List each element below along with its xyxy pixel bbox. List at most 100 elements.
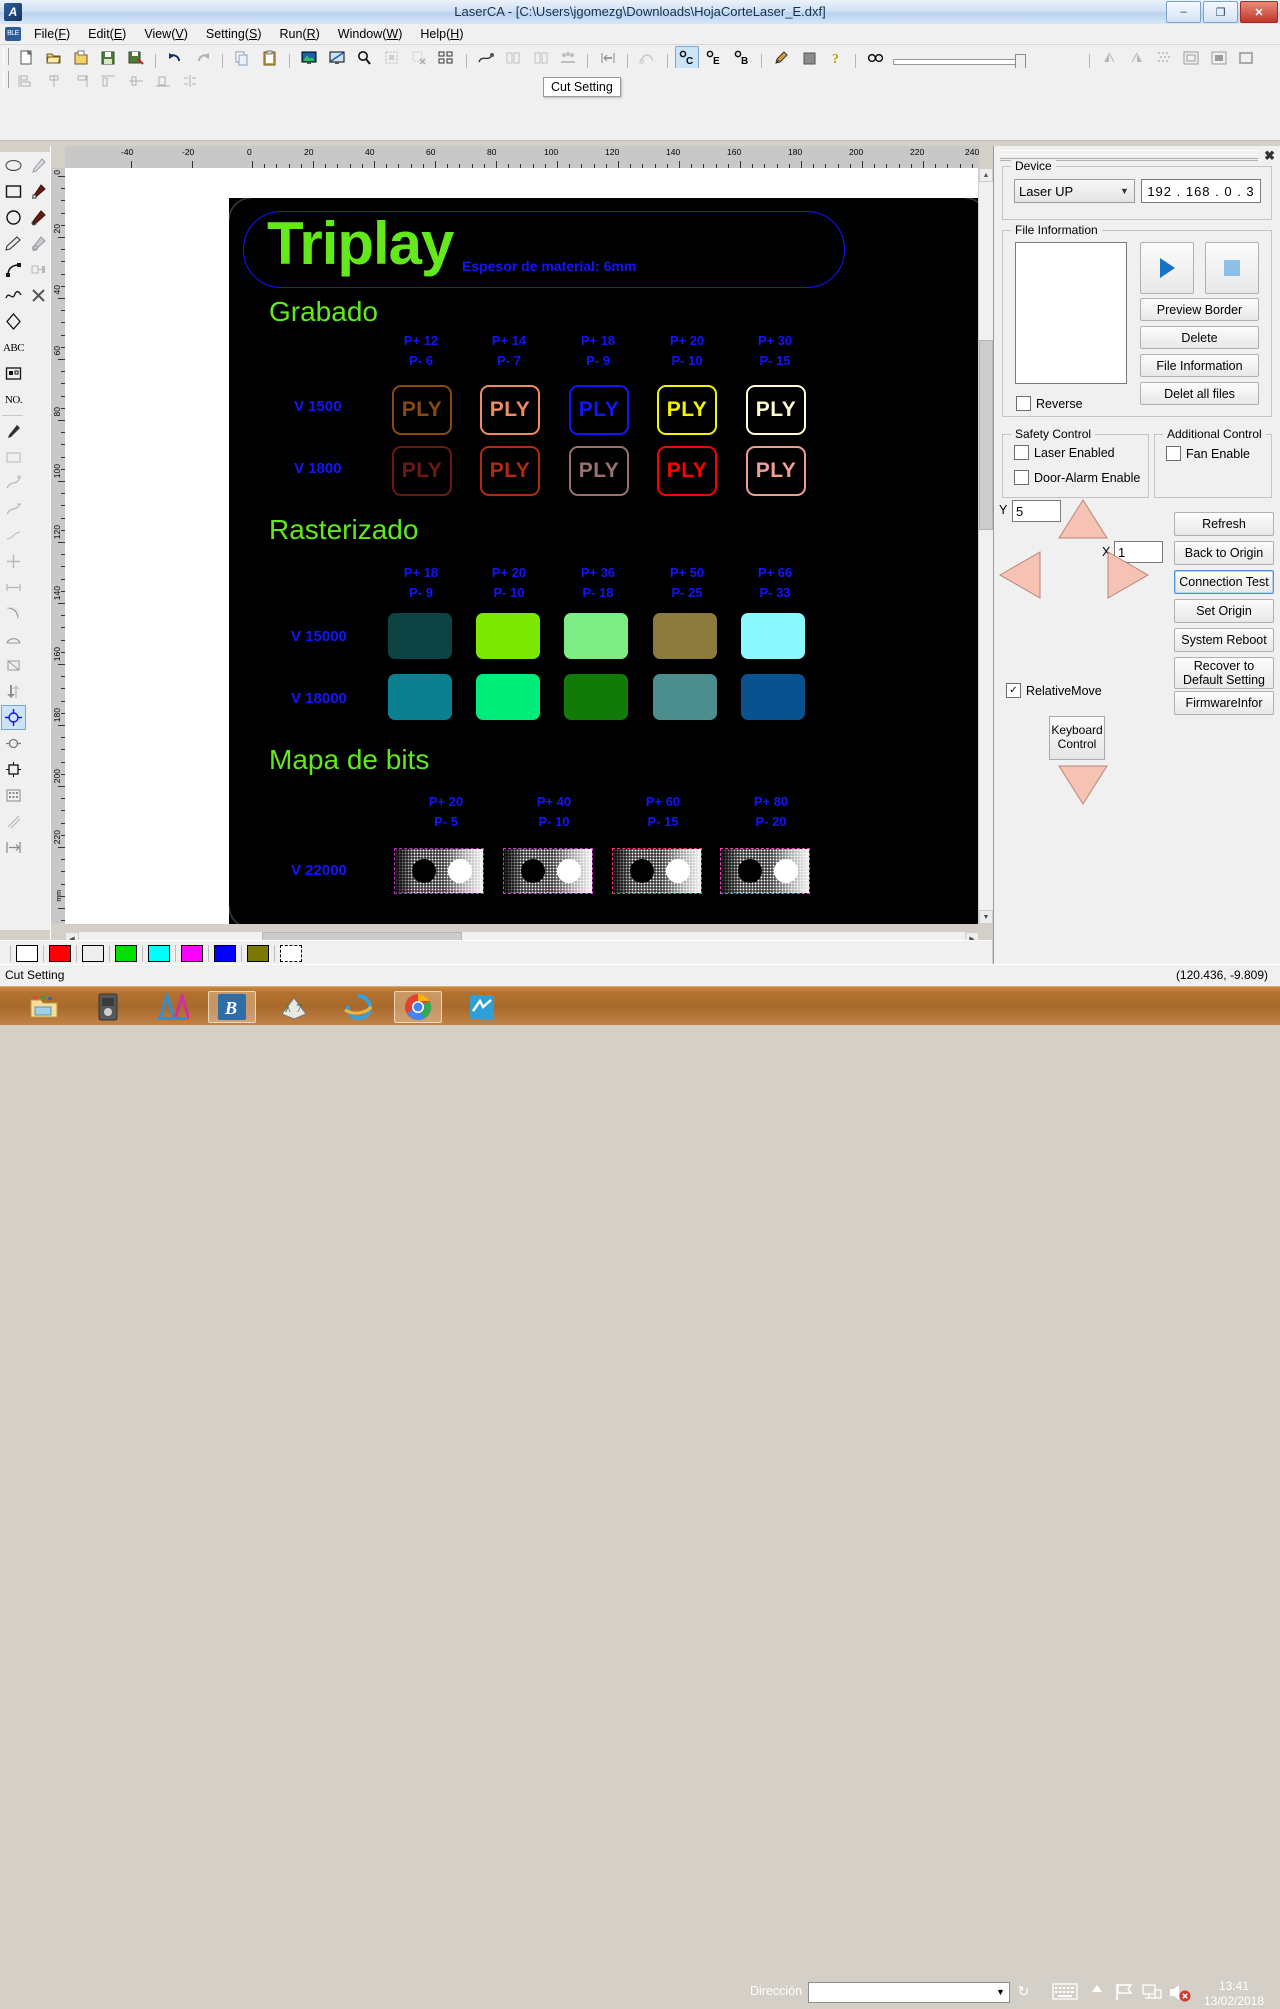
node-edit-tool[interactable] <box>1 419 26 444</box>
file-list[interactable] <box>1015 242 1127 384</box>
trim-tool[interactable] <box>1 445 26 470</box>
system-reboot-button[interactable]: System Reboot <box>1174 628 1274 652</box>
halftone-icon[interactable] <box>1152 46 1176 69</box>
zoom-icon[interactable] <box>352 46 376 69</box>
jog-up-button[interactable] <box>1057 498 1109 543</box>
pointer-tool[interactable] <box>26 153 51 178</box>
mirror-right-icon[interactable] <box>1125 46 1149 69</box>
menu-item-file[interactable]: File(F) <box>25 24 79 44</box>
new-file-icon[interactable] <box>14 46 38 69</box>
align-distribute-icon[interactable] <box>596 46 620 69</box>
zoom-slider[interactable] <box>893 54 1027 72</box>
minimize-button[interactable]: – <box>1166 1 1201 23</box>
keyboard-icon[interactable] <box>1052 1983 1078 2000</box>
redo-icon[interactable] <box>191 46 215 69</box>
vertical-ruler[interactable]: 0 20 40 60 80 100 120 140 160 180 200 22… <box>51 168 66 924</box>
circle-tool[interactable] <box>1 205 26 230</box>
jog-right-button[interactable] <box>1106 550 1150 603</box>
origin-tool[interactable] <box>1 705 26 730</box>
design-app-icon[interactable] <box>148 991 196 1023</box>
connection-test-button[interactable]: Connection Test <box>1174 570 1274 594</box>
node-add-tool[interactable] <box>1 471 26 496</box>
door-alarm-checkbox[interactable]: Door-Alarm Enable <box>1014 470 1140 485</box>
taskbar-clock[interactable]: 13:41 13/02/2018 <box>1196 1979 1272 2009</box>
cut-pen-tool[interactable] <box>26 179 51 204</box>
bezier-tool[interactable] <box>1 257 26 282</box>
align-toolbar-grip[interactable] <box>3 71 9 88</box>
maximize-window-icon[interactable] <box>1234 46 1258 69</box>
align-center-h-icon[interactable] <box>42 69 66 92</box>
fillet-tool[interactable] <box>1 601 26 626</box>
chevron-down-icon[interactable]: ▼ <box>993 1984 1008 1999</box>
engrave-setting-icon[interactable]: E <box>702 46 726 69</box>
play-icon[interactable] <box>1140 242 1194 294</box>
reverse-checkbox[interactable]: Reverse <box>1016 396 1083 411</box>
internet-explorer-icon[interactable] <box>334 991 382 1023</box>
align-middle-v-icon[interactable] <box>124 69 148 92</box>
jump-tool[interactable] <box>26 257 51 282</box>
close-button[interactable]: ✕ <box>1240 1 1278 23</box>
set-origin-button[interactable]: Set Origin <box>1174 599 1274 623</box>
deselect-icon[interactable] <box>407 46 431 69</box>
palette-swatch[interactable] <box>115 944 137 962</box>
ellipse-tool[interactable] <box>1 153 26 178</box>
network-icon[interactable] <box>1142 1983 1162 2001</box>
rectangle-tool[interactable] <box>1 179 26 204</box>
fill-color-icon[interactable] <box>797 46 821 69</box>
delete-tool[interactable] <box>26 283 51 308</box>
grid-tool[interactable] <box>1 783 26 808</box>
recover-default-button[interactable]: Recover to Default Setting <box>1174 657 1274 689</box>
palette-swatch[interactable] <box>49 944 71 962</box>
flip-tool[interactable] <box>1 679 26 704</box>
horizontal-ruler[interactable]: -40 -20 0 20 40 60 80 100 120 140 160 18… <box>65 146 979 169</box>
keyboard-control-button[interactable]: Keyboard Control <box>1049 716 1105 760</box>
save-as-icon[interactable] <box>124 46 148 69</box>
select-all-icon[interactable] <box>380 46 404 69</box>
eyedropper-icon[interactable] <box>769 46 793 69</box>
align-right-icon[interactable] <box>69 69 93 92</box>
undo-icon[interactable] <box>163 46 187 69</box>
stop-icon[interactable] <box>1205 242 1259 294</box>
align-bottom-icon[interactable] <box>151 69 175 92</box>
number-tool[interactable]: NO. <box>1 387 26 412</box>
delete-all-files-button[interactable]: Delet all files <box>1140 382 1259 405</box>
scroll-up-button[interactable]: ▲ <box>979 168 993 182</box>
path-optimize-icon[interactable] <box>474 46 498 69</box>
save-icon[interactable] <box>96 46 120 69</box>
palette-swatch[interactable] <box>214 944 236 962</box>
artboard[interactable]: Triplay Espesor de material: 6mm Grabado… <box>229 198 979 924</box>
bitmap-setting-icon[interactable]: B <box>730 46 754 69</box>
paste-icon[interactable] <box>258 46 282 69</box>
image-tool[interactable] <box>1 361 26 386</box>
drawing-canvas[interactable]: Triplay Espesor de material: 6mm Grabado… <box>65 168 979 924</box>
preview-screen2-icon[interactable] <box>325 46 349 69</box>
hatch-tool[interactable] <box>1 809 26 834</box>
toolbar-grip[interactable] <box>3 48 9 65</box>
show-hidden-icon[interactable] <box>1090 1983 1104 1995</box>
volume-muted-icon[interactable] <box>1168 1983 1192 2002</box>
copy-icon[interactable] <box>230 46 254 69</box>
curve-edit-icon[interactable] <box>635 46 659 69</box>
group-icon[interactable] <box>556 46 580 69</box>
lambda-app-icon[interactable]: λ7 <box>270 991 318 1023</box>
printer-app-icon[interactable] <box>84 991 132 1023</box>
jog-down-button[interactable] <box>1057 764 1109 809</box>
node-del-tool[interactable] <box>1 497 26 522</box>
tile-window-icon[interactable] <box>1179 46 1203 69</box>
dashed-line-swatch[interactable] <box>280 944 302 962</box>
text-tool[interactable]: ABC <box>1 335 26 360</box>
preview-border-button[interactable]: Preview Border <box>1140 298 1259 321</box>
preview-screen-icon[interactable] <box>297 46 321 69</box>
scroll-down-button[interactable]: ▼ <box>979 910 993 924</box>
laserca-icon[interactable]: B <box>208 991 256 1023</box>
palette-swatch[interactable] <box>247 944 269 962</box>
scissors-tool[interactable] <box>26 205 51 230</box>
measure-tool[interactable] <box>1 835 26 860</box>
menu-item-run[interactable]: Run(R) <box>271 24 329 44</box>
file-information-button[interactable]: File Information <box>1140 354 1259 377</box>
cut-setting-icon[interactable]: C <box>674 46 699 69</box>
arc-tool[interactable] <box>1 627 26 652</box>
y-step-input[interactable]: 5 <box>1012 500 1061 522</box>
menu-item-help[interactable]: Help(H) <box>411 24 472 44</box>
fan-enable-checkbox[interactable]: Fan Enable <box>1166 446 1250 461</box>
